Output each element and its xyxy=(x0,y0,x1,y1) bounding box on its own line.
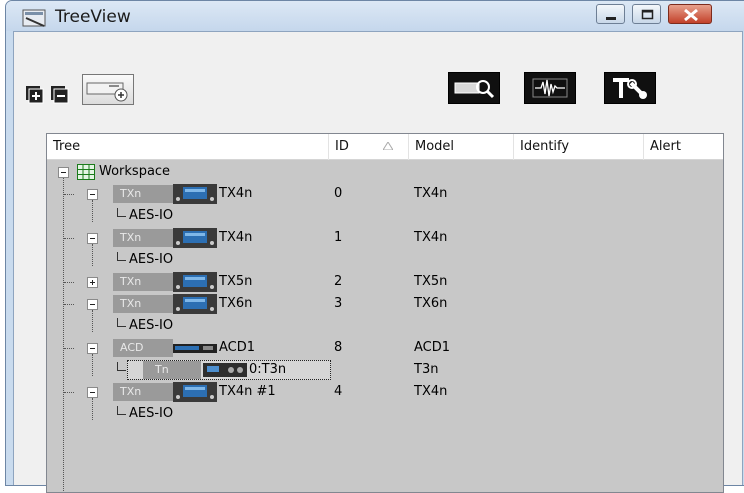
tree-item-label: TX5n xyxy=(219,274,253,289)
tree-row-io[interactable]: AES-IO xyxy=(47,403,723,425)
id-cell: 0 xyxy=(334,186,343,201)
sort-ascending-icon xyxy=(383,142,393,150)
device-tag: TXn xyxy=(113,185,173,203)
collapse-toggle[interactable] xyxy=(87,189,98,200)
device-tag: Tn xyxy=(143,361,201,379)
tree-rows: Workspace TXn TX4n 0 TX4n AES-IO TXn TX4… xyxy=(47,161,723,492)
id-cell: 8 xyxy=(334,340,343,355)
tx-device-icon xyxy=(173,228,217,248)
collapse-all-icon[interactable] xyxy=(51,86,69,104)
model-cell: TX4n xyxy=(414,230,448,245)
tree-row-device[interactable]: TXn TX4n 1 TX4n xyxy=(47,227,723,266)
tree-row-device[interactable]: TXn TX4n 0 TX4n xyxy=(47,183,723,222)
find-device-icon xyxy=(454,80,495,99)
tree-item-label: AES-IO xyxy=(129,318,174,333)
workspace-icon xyxy=(77,164,95,180)
tx-device-icon xyxy=(173,184,217,204)
tools-button[interactable] xyxy=(604,72,656,104)
tree-item-label: 0:T3n xyxy=(249,362,287,377)
column-header: Tree ID Model Identify Alert xyxy=(47,134,723,160)
add-device-icon xyxy=(86,82,128,102)
tree-item-label: AES-IO xyxy=(129,208,174,223)
tree-item-label: TX4n #1 xyxy=(219,384,276,399)
device-tag: ACD xyxy=(113,339,173,357)
acd-device-icon xyxy=(173,344,217,353)
tree-item-label: TX4n xyxy=(219,230,253,245)
id-cell: 2 xyxy=(334,274,343,289)
tx-device-icon xyxy=(173,272,217,292)
waveform-button[interactable] xyxy=(524,72,576,104)
column-id[interactable]: ID xyxy=(329,134,409,160)
tree-row-selected[interactable]: Tn 0:T3n T3n xyxy=(47,359,723,381)
collapse-toggle[interactable] xyxy=(87,233,98,244)
minimize-button[interactable] xyxy=(596,4,625,24)
id-cell: 4 xyxy=(334,384,343,399)
tree-row-device[interactable]: TXn TX4n #1 4 TX4n xyxy=(47,381,723,420)
model-cell: TX6n xyxy=(414,296,448,311)
tx-device-icon xyxy=(173,294,217,314)
tree-item-label: AES-IO xyxy=(129,252,174,267)
expand-toggle[interactable] xyxy=(87,277,98,288)
tn-device-icon xyxy=(203,363,247,377)
close-button[interactable] xyxy=(668,4,712,24)
column-tree[interactable]: Tree xyxy=(47,134,329,160)
tree-item-label: AES-IO xyxy=(129,406,174,421)
id-cell: 3 xyxy=(334,296,343,311)
model-cell: TX4n xyxy=(414,384,448,399)
tree-row-workspace[interactable]: Workspace xyxy=(47,161,723,183)
model-cell: ACD1 xyxy=(414,340,451,355)
title-bar[interactable]: TreeView xyxy=(6,1,744,31)
expand-all-icon[interactable] xyxy=(26,86,44,104)
model-cell: TX5n xyxy=(414,274,448,289)
tree-row-device[interactable]: TXn TX6n 3 TX6n xyxy=(47,293,723,332)
maximize-button[interactable] xyxy=(632,4,661,24)
tree-row-io[interactable]: AES-IO xyxy=(47,249,723,271)
waveform-icon xyxy=(532,78,568,98)
minimize-icon xyxy=(606,17,616,20)
model-cell: TX4n xyxy=(414,186,448,201)
column-identify[interactable]: Identify xyxy=(514,134,644,160)
tree-item-label: ACD1 xyxy=(219,340,256,355)
tools-icon xyxy=(613,78,647,99)
id-cell: 1 xyxy=(334,230,343,245)
tree-row-device[interactable]: TXn TX5n 2 TX5n xyxy=(47,271,723,293)
column-alert[interactable]: Alert xyxy=(644,134,723,160)
window-title: TreeView xyxy=(55,7,131,27)
tree-item-label: TX4n xyxy=(219,186,253,201)
device-tag: TXn xyxy=(113,229,173,247)
device-tag: TXn xyxy=(113,273,173,291)
find-device-button[interactable] xyxy=(448,72,500,104)
close-icon xyxy=(684,8,698,22)
collapse-toggle[interactable] xyxy=(58,167,69,178)
tree-item-label: Workspace xyxy=(99,164,171,179)
tree-row-device[interactable]: ACD ACD1 8 ACD1 xyxy=(47,337,723,376)
maximize-icon xyxy=(641,9,654,20)
device-tag: TXn xyxy=(113,295,173,313)
tree-row-io[interactable]: AES-IO xyxy=(47,205,723,227)
add-device-button[interactable] xyxy=(82,74,134,105)
column-model[interactable]: Model xyxy=(409,134,514,160)
treeview-app-icon xyxy=(22,9,46,27)
collapse-toggle[interactable] xyxy=(87,299,98,310)
collapse-toggle[interactable] xyxy=(87,343,98,354)
collapse-toggle[interactable] xyxy=(87,387,98,398)
tx-device-icon xyxy=(173,382,217,402)
device-tag: TXn xyxy=(113,383,173,401)
model-cell: T3n xyxy=(414,362,439,377)
tree-row-io[interactable]: AES-IO xyxy=(47,315,723,337)
tree-item-label: TX6n xyxy=(219,296,253,311)
tree-view[interactable]: Tree ID Model Identify Alert Workspace T… xyxy=(46,133,724,493)
